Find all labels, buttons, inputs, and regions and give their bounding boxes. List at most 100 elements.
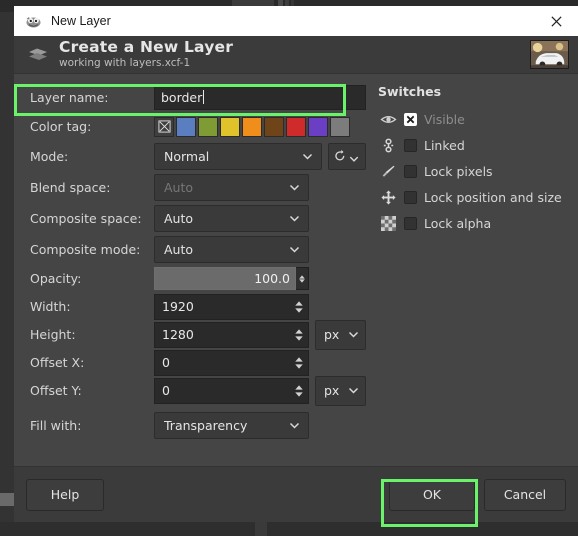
switch-lock-position[interactable]: Lock position and size	[378, 184, 578, 210]
move-icon	[378, 188, 398, 206]
height-label: Height:	[30, 327, 154, 342]
size-unit-dropdown[interactable]: px	[315, 320, 366, 350]
opacity-stepper[interactable]	[296, 267, 309, 290]
height-stepper[interactable]	[290, 323, 307, 347]
dialog-title: New Layer	[51, 14, 111, 28]
offset-x-value: 0	[162, 355, 290, 370]
chevron-down-icon	[288, 419, 301, 432]
color-swatch-violet[interactable]	[308, 117, 328, 137]
opacity-label: Opacity:	[30, 271, 154, 286]
background-window-bottom	[0, 522, 578, 536]
fill-with-dropdown[interactable]: Transparency	[154, 412, 309, 439]
offset-y-stepper[interactable]	[290, 379, 307, 403]
composite-mode-dropdown[interactable]: Auto	[154, 236, 309, 263]
switches-title: Switches	[378, 84, 578, 99]
fill-with-label: Fill with:	[30, 418, 154, 433]
blend-space-field: Auto	[154, 174, 366, 201]
opacity-row: Opacity: 100.0	[30, 265, 366, 292]
color-swatch-yellow[interactable]	[220, 117, 240, 137]
composite-space-label: Composite space:	[30, 211, 154, 226]
layer-name-label: Layer name:	[30, 90, 154, 105]
opacity-field: 100.0	[154, 267, 366, 290]
background-window-left	[0, 12, 14, 536]
opacity-slider[interactable]: 100.0	[154, 267, 296, 290]
linked-checkbox[interactable]	[404, 139, 417, 152]
lock-pixels-checkbox[interactable]	[404, 165, 417, 178]
layer-name-value: border	[161, 90, 202, 105]
width-label: Width:	[30, 299, 154, 314]
layer-name-field: border	[154, 85, 366, 110]
dialog-titlebar: New Layer	[14, 6, 578, 36]
color-swatch-gray[interactable]	[330, 117, 350, 137]
text-caret	[203, 90, 204, 104]
mode-reset-button[interactable]	[328, 143, 366, 170]
chevron-down-icon	[301, 150, 314, 163]
opacity-value: 100.0	[254, 271, 290, 286]
dialog-content: Layer name: border Color tag:	[14, 74, 578, 466]
reset-icon	[333, 147, 347, 166]
blend-space-dropdown: Auto	[154, 174, 309, 201]
width-field: 1920	[154, 294, 366, 320]
color-swatch-orange[interactable]	[242, 117, 262, 137]
blend-space-value: Auto	[164, 180, 288, 195]
offset-y-value: 0	[162, 383, 290, 398]
switch-lock-pixels[interactable]: Lock pixels	[378, 158, 578, 184]
mode-field: Normal	[154, 143, 366, 170]
ok-button[interactable]: OK	[389, 479, 475, 511]
height-input[interactable]: 1280	[154, 322, 309, 348]
color-swatch-none[interactable]	[154, 117, 174, 137]
image-thumbnail	[530, 40, 569, 69]
color-swatch-blue[interactable]	[176, 117, 196, 137]
fill-with-row: Fill with: Transparency	[30, 410, 366, 440]
lock-alpha-checkbox[interactable]	[404, 217, 417, 230]
color-tag-field	[154, 117, 366, 137]
offset-unit-value: px	[324, 383, 347, 398]
height-row: Height: 1280 px	[30, 321, 366, 348]
width-stepper[interactable]	[290, 295, 307, 319]
layers-icon	[26, 43, 50, 67]
composite-space-value: Auto	[164, 211, 288, 226]
checkerboard-icon	[378, 214, 398, 232]
composite-mode-field: Auto	[154, 236, 366, 263]
layer-name-input[interactable]: border	[154, 85, 366, 110]
background-window-notch	[255, 522, 267, 536]
color-swatch-red[interactable]	[286, 117, 306, 137]
offset-y-label: Offset Y:	[30, 383, 154, 398]
lock-position-checkbox[interactable]	[404, 191, 417, 204]
switches-panel: Switches Visible	[366, 82, 578, 466]
offset-x-stepper[interactable]	[290, 351, 307, 375]
color-swatch-green[interactable]	[198, 117, 218, 137]
blend-space-row: Blend space: Auto	[30, 172, 366, 202]
offset-x-input[interactable]: 0	[154, 350, 309, 376]
switch-linked[interactable]: Linked	[378, 132, 578, 158]
mode-dropdown[interactable]: Normal	[154, 143, 322, 170]
dialog-body: Create a New Layer working with layers.x…	[14, 36, 578, 522]
blend-space-label: Blend space:	[30, 180, 154, 195]
offset-y-input[interactable]: 0	[154, 378, 309, 404]
paintbrush-icon	[378, 162, 398, 180]
color-swatch-brown[interactable]	[264, 117, 284, 137]
close-icon[interactable]	[534, 6, 578, 36]
composite-mode-value: Auto	[164, 242, 288, 257]
switch-lock-alpha[interactable]: Lock alpha	[378, 210, 578, 236]
width-input[interactable]: 1920	[154, 294, 309, 320]
chevron-down-icon	[347, 328, 360, 341]
help-button[interactable]: Help	[26, 479, 104, 511]
offset-unit-dropdown[interactable]: px	[315, 376, 366, 406]
composite-mode-row: Composite mode: Auto	[30, 234, 366, 264]
offset-y-row: Offset Y: 0 px	[30, 377, 366, 404]
composite-space-dropdown[interactable]: Auto	[154, 205, 309, 232]
switch-label-linked: Linked	[424, 138, 465, 153]
composite-space-row: Composite space: Auto	[30, 203, 366, 233]
switch-visible[interactable]: Visible	[378, 106, 578, 132]
form-column: Layer name: border Color tag:	[14, 82, 366, 466]
dialog-header: Create a New Layer working with layers.x…	[14, 36, 578, 74]
dialog-footer: Help OK Cancel	[14, 466, 578, 522]
visible-checkbox[interactable]	[404, 113, 417, 126]
chevron-down-icon	[347, 384, 360, 397]
chevron-down-icon	[288, 212, 301, 225]
cancel-button[interactable]: Cancel	[484, 479, 566, 511]
wilber-icon	[25, 13, 42, 30]
height-value: 1280	[162, 327, 290, 342]
fill-with-field: Transparency	[154, 412, 366, 439]
